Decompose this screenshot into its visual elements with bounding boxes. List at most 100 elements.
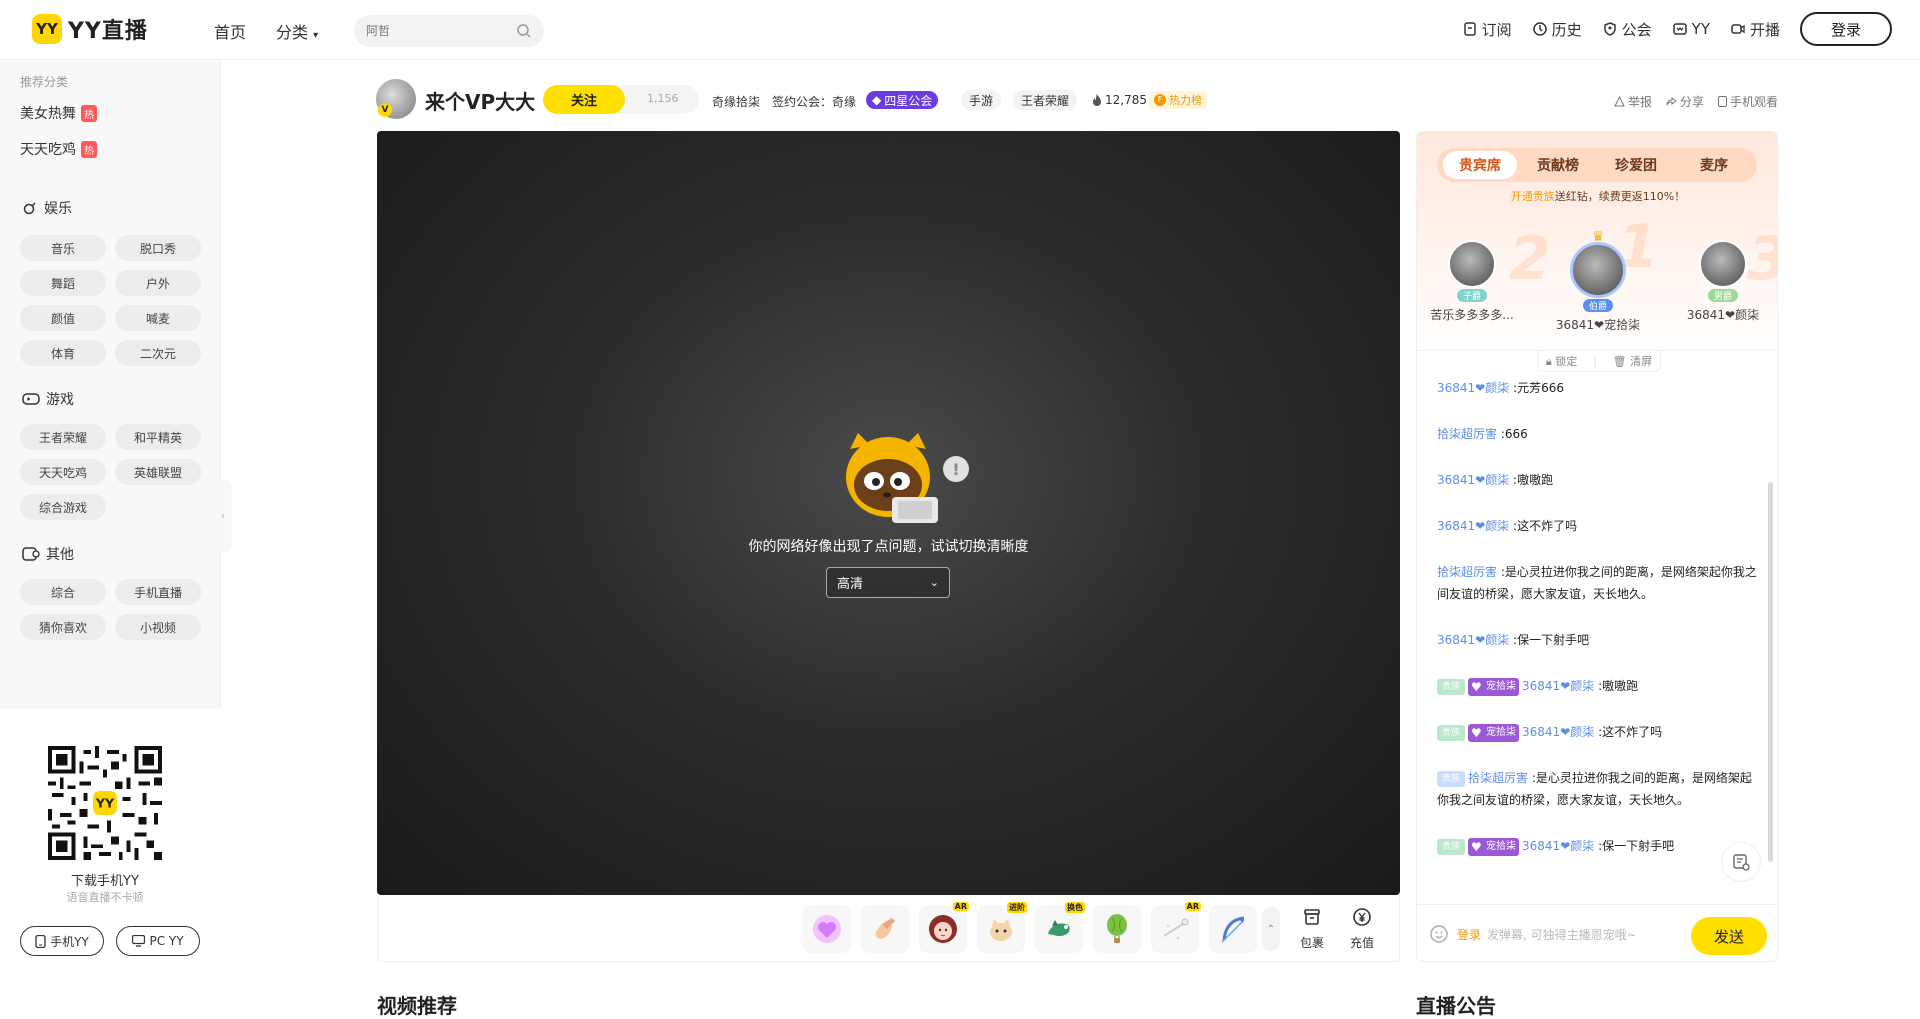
chat-user[interactable]: 拾柒超厉害 — [1437, 427, 1497, 441]
noble-tip-link[interactable]: 开通贵族 — [1511, 190, 1555, 203]
chat-settings-icon — [1733, 854, 1750, 871]
yy-logo[interactable]: YY YY直播 — [32, 13, 148, 45]
category-chip[interactable]: 手机直播 — [115, 579, 201, 605]
send-button[interactable]: 发送 — [1691, 917, 1767, 955]
gift-item[interactable] — [861, 905, 909, 953]
guild-level-badge[interactable]: ◆ 四星公会 — [866, 91, 939, 109]
category-chip[interactable]: 颜值 — [20, 305, 106, 331]
category-chip[interactable]: 脱口秀 — [115, 235, 201, 261]
gift-item[interactable] — [1209, 905, 1257, 953]
gift-item[interactable] — [803, 905, 851, 953]
crown-icon: ♛ — [1591, 229, 1605, 245]
recommend-item[interactable]: 美女热舞热 — [20, 103, 97, 123]
separator: | — [1593, 354, 1597, 368]
tab-mic-queue[interactable]: 麦序 — [1677, 151, 1751, 179]
category-chip[interactable]: 舞蹈 — [20, 270, 106, 296]
clear-button[interactable]: 🗑︎ 清屏 — [1613, 353, 1652, 369]
search-box[interactable] — [354, 15, 544, 47]
mobile-watch-link[interactable]: 手机观看 — [1717, 93, 1778, 110]
gift-item[interactable] — [1093, 905, 1141, 953]
category-chip[interactable]: 音乐 — [20, 235, 106, 261]
chevron-left-icon: ‹ — [221, 510, 225, 522]
chat-user[interactable]: 拾柒超厉害 — [1468, 771, 1528, 785]
qr-title: 下载手机YY — [71, 874, 139, 889]
emoji-icon[interactable] — [1429, 924, 1449, 944]
sidebar-collapse-toggle[interactable]: ‹ — [216, 480, 230, 552]
category-chip[interactable]: 体育 — [20, 340, 106, 366]
vip-name: 苦乐多多多多... — [1430, 308, 1514, 322]
chat-user[interactable]: 36841❤颜柒 — [1522, 679, 1594, 693]
chat-message: 贵族 拾柒超厉害 :是心灵拉进你我之间的距离，是网络架起你我之间友谊的桥梁，愿大家… — [1437, 770, 1752, 807]
bag-button[interactable]: 包裹 — [1292, 907, 1332, 951]
chat-user[interactable]: 36841❤颜柒 — [1522, 839, 1594, 853]
chat-user[interactable]: 36841❤颜柒 — [1437, 519, 1509, 533]
gift-item[interactable]: 换色 — [1035, 902, 1085, 953]
yy-link[interactable]: YY — [1672, 20, 1710, 38]
noble-tip-text: 送红钻，续费更返110%！ — [1554, 190, 1686, 203]
hot-list-badge[interactable]: F 热力榜 — [1149, 91, 1207, 109]
tag-game[interactable]: 王者荣耀 — [1013, 90, 1078, 110]
subscribe-link[interactable]: 订阅 — [1462, 19, 1512, 40]
category-chip[interactable]: 综合游戏 — [20, 494, 106, 520]
chat-settings-button[interactable] — [1721, 842, 1761, 882]
follow-button[interactable]: 关注 — [543, 85, 625, 114]
streamer-owner[interactable]: 奇缘拾柒 — [712, 93, 760, 110]
gift-expand-button[interactable]: ⌃ — [1262, 907, 1280, 951]
contract-guild[interactable]: 签约公会：奇缘 — [772, 93, 856, 110]
quality-select[interactable]: 高清 ⌄ — [826, 567, 950, 598]
guild-link[interactable]: 公会 — [1602, 19, 1652, 40]
chat-user[interactable]: 拾柒超厉害 — [1437, 565, 1497, 579]
category-chip[interactable]: 喊麦 — [115, 305, 201, 331]
chat-controls: 🔒︎ 锁定 | 🗑︎ 清屏 — [1537, 350, 1661, 372]
category-chip[interactable]: 猜你喜欢 — [20, 614, 106, 640]
qr-code: YY — [48, 746, 162, 860]
chat-user[interactable]: 36841❤颜柒 — [1437, 381, 1509, 395]
mobile-yy-button[interactable]: 手机YY — [20, 926, 104, 956]
chat-user[interactable]: 36841❤颜柒 — [1437, 473, 1509, 487]
login-button[interactable]: 登录 — [1800, 12, 1892, 46]
nav-home[interactable]: 首页 — [214, 19, 246, 43]
chat-user[interactable]: 36841❤颜柒 — [1522, 725, 1594, 739]
recommend-item[interactable]: 天天吃鸡热 — [20, 139, 97, 159]
category-chip[interactable]: 综合 — [20, 579, 106, 605]
gift-badge: AR — [1184, 902, 1201, 911]
category-chip[interactable]: 小视频 — [115, 614, 201, 640]
gift-item[interactable]: AR — [1151, 902, 1201, 953]
chat-user[interactable]: 36841❤颜柒 — [1437, 633, 1509, 647]
category-chip[interactable]: 天天吃鸡 — [20, 459, 106, 485]
heat-value: 12,785 — [1105, 93, 1147, 107]
gift-item[interactable]: 进阶 — [977, 902, 1027, 953]
category-chip[interactable]: 英雄联盟 — [115, 459, 201, 485]
logo-text: YY直播 — [68, 19, 148, 44]
search-icon[interactable] — [516, 23, 532, 39]
nav-category[interactable]: 分类 ▾ — [276, 19, 318, 43]
vip-seat-3[interactable]: 男爵 36841❤颜柒 — [1668, 240, 1777, 323]
broadcast-link[interactable]: 开播 — [1730, 19, 1780, 40]
chat-login-link[interactable]: 登录 — [1457, 926, 1481, 943]
vip-seat-1[interactable]: ♛ 伯爵 36841❤宠拾柒 — [1543, 229, 1653, 333]
tab-vip-seats[interactable]: 贵宾席 — [1443, 151, 1517, 179]
category-chip[interactable]: 户外 — [115, 270, 201, 296]
chat-scrollbar[interactable] — [1768, 482, 1773, 862]
gift-item[interactable]: AR — [919, 902, 969, 953]
lock-button[interactable]: 🔒︎ 锁定 — [1546, 353, 1577, 369]
tab-fan-club[interactable]: 珍爱团 — [1599, 151, 1673, 179]
share-link[interactable]: 分享 — [1666, 93, 1704, 110]
vip-seat-2[interactable]: 子爵 苦乐多多多多... — [1417, 240, 1527, 323]
tag-mobile-game[interactable]: 手游 — [961, 90, 1002, 110]
tab-contribution[interactable]: 贡献榜 — [1521, 151, 1595, 179]
subscribe-label: 订阅 — [1481, 20, 1512, 39]
chat-message: 拾柒超厉害 :是心灵拉进你我之间的距离，是网络架起你我之间友谊的桥梁，愿大家友谊… — [1437, 565, 1757, 601]
guild-label: 公会 — [1621, 20, 1652, 39]
noble-tip[interactable]: 开通贵族送红钻，续费更返110%！ — [1417, 188, 1777, 204]
video-player[interactable]: ! 你的网络好像出现了点问题，试试切换清晰度 高清 ⌄ — [377, 131, 1400, 895]
category-chip[interactable]: 二次元 — [115, 340, 201, 366]
report-link[interactable]: 举报 — [1614, 93, 1652, 110]
pc-yy-button[interactable]: PC YY — [116, 926, 200, 956]
history-link[interactable]: 历史 — [1532, 19, 1582, 40]
category-chip[interactable]: 和平精英 — [115, 424, 201, 450]
category-chip[interactable]: 王者荣耀 — [20, 424, 106, 450]
search-input[interactable] — [366, 24, 506, 38]
recharge-button[interactable]: 充值 — [1342, 907, 1382, 951]
chat-input-field[interactable]: 发弹幕, 可独得主播恩宠哦~ — [1487, 926, 1637, 943]
